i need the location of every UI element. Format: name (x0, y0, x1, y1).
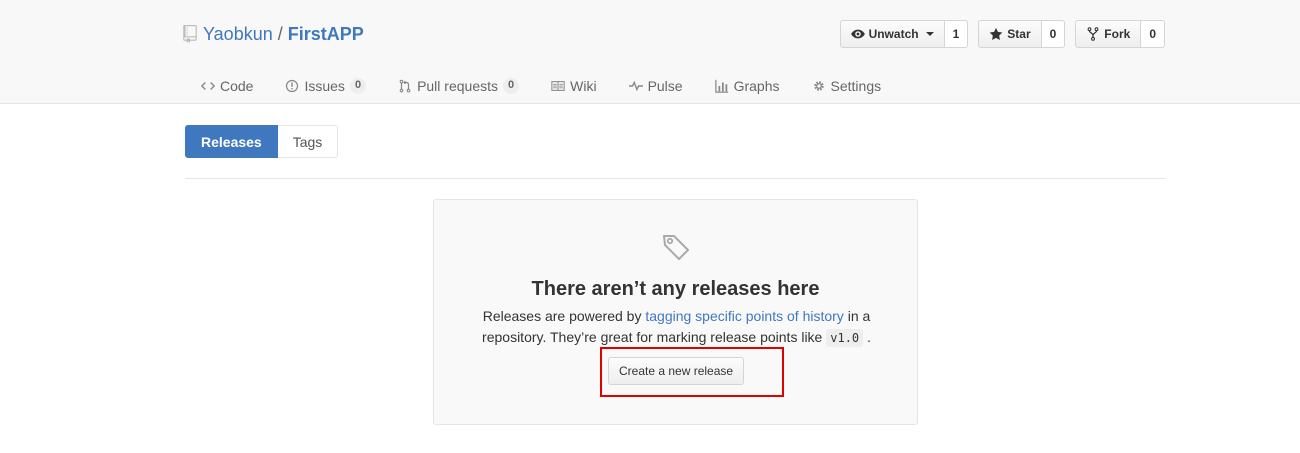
tab-code[interactable]: Code (185, 68, 269, 104)
chevron-down-icon (925, 32, 934, 36)
create-release-button[interactable]: Create a new release (608, 357, 745, 385)
tagging-docs-link[interactable]: tagging specific points of history (645, 308, 843, 324)
version-code: v1.0 (826, 329, 864, 347)
blankslate-description: Releases are powered by tagging specific… (474, 306, 879, 349)
repo-icon (183, 25, 197, 43)
repo-name-link[interactable]: FirstAPP (288, 24, 364, 45)
tab-settings-label: Settings (830, 78, 882, 94)
fork-button[interactable]: Fork (1075, 20, 1142, 48)
fork-label: Fork (1104, 27, 1131, 41)
blankslate: There aren’t any releases here Releases … (433, 199, 918, 425)
tab-wiki[interactable]: Wiki (535, 68, 612, 104)
star-group: Star 0 (978, 20, 1066, 48)
tab-pulse-label: Pulse (647, 78, 683, 94)
tab-wiki-label: Wiki (570, 78, 597, 94)
star-label: Star (1007, 27, 1031, 41)
tab-graphs[interactable]: Graphs (699, 68, 796, 104)
stargazers-count[interactable]: 0 (1041, 20, 1066, 48)
unwatch-button[interactable]: Unwatch (839, 20, 945, 48)
tab-settings[interactable]: Settings (796, 68, 898, 104)
pulse-icon (628, 80, 643, 92)
repo-owner-link[interactable]: Yaobkun (203, 24, 273, 45)
tab-issues-label: Issues (304, 78, 345, 94)
issues-counter: 0 (349, 78, 367, 94)
tab-code-label: Code (220, 78, 254, 94)
divider (185, 178, 1165, 179)
desc-text-1: Releases are powered by (482, 308, 646, 324)
star-icon (989, 27, 1003, 40)
gear-icon (813, 81, 824, 91)
repo-header: Yaobkun / FirstAPP Unwatch 1 Star 0 Fork (0, 0, 1300, 104)
tag-icon (663, 235, 689, 260)
releases-tab[interactable]: Releases (185, 125, 278, 158)
code-icon (201, 82, 215, 90)
tab-graphs-label: Graphs (733, 78, 780, 94)
star-button[interactable]: Star (978, 20, 1042, 48)
unwatch-label: Unwatch (868, 27, 919, 41)
book-icon (551, 81, 565, 91)
watch-group: Unwatch 1 (839, 20, 969, 48)
blankslate-heading: There aren’t any releases here (531, 278, 820, 300)
graph-icon (714, 79, 728, 93)
tab-pull-requests[interactable]: Pull requests 0 (382, 68, 535, 104)
issue-icon (286, 79, 299, 93)
repo-separator: / (277, 23, 283, 44)
watchers-count[interactable]: 1 (944, 20, 969, 48)
releases-subnav: Releases Tags (185, 125, 339, 158)
tab-issues[interactable]: Issues 0 (269, 68, 382, 104)
repo-actions: Unwatch 1 Star 0 Fork 0 (839, 20, 1165, 48)
tags-tab[interactable]: Tags (277, 125, 339, 158)
fork-group: Fork 0 (1075, 20, 1165, 48)
tab-pull-requests-label: Pull requests (417, 78, 498, 94)
tab-pulse[interactable]: Pulse (613, 68, 699, 104)
repo-title: Yaobkun / FirstAPP (183, 22, 364, 46)
repo-tabs: Code Issues 0 Pull requests 0 Wiki Pulse… (185, 68, 897, 104)
pull-requests-counter: 0 (503, 78, 520, 94)
eye-icon (850, 29, 865, 39)
desc-text-3: . (867, 329, 871, 345)
pull-request-icon (399, 79, 411, 93)
forks-count[interactable]: 0 (1141, 20, 1165, 48)
fork-icon (1087, 27, 1099, 41)
